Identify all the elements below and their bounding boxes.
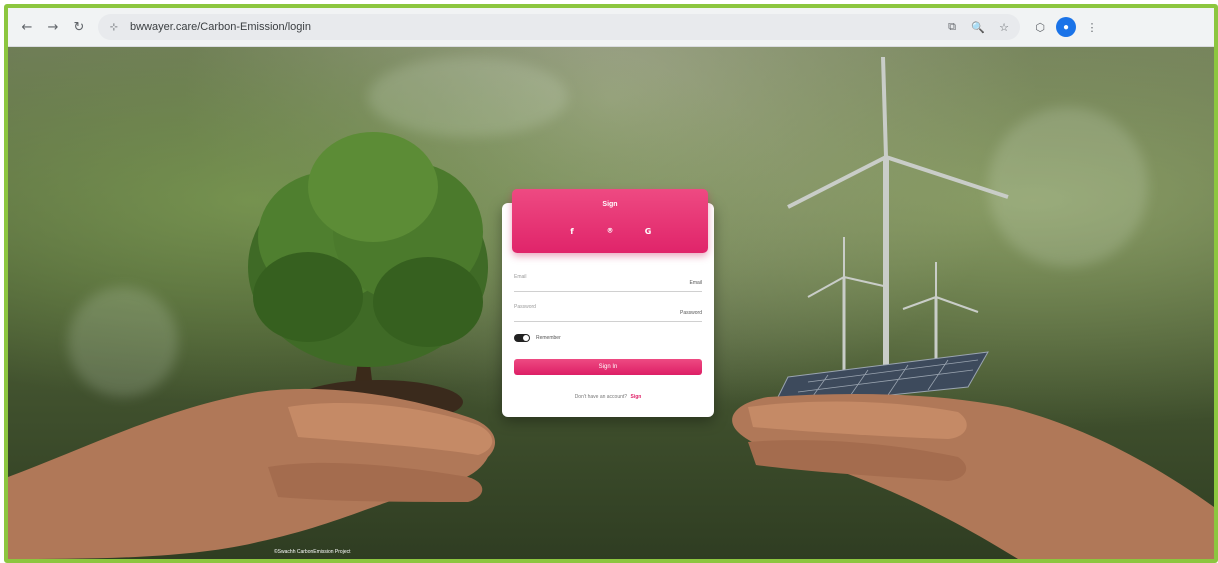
email-label: Email	[514, 274, 527, 280]
toggle-knob	[523, 335, 529, 341]
facebook-icon[interactable]: f	[566, 225, 578, 237]
address-bar[interactable]: ⊹ bwwayer.care/Carbon-Emission/login ⧉ 🔍…	[98, 14, 1020, 40]
remember-me-row: Remember	[514, 334, 561, 342]
footer-caption: ©Swachh CarbonEmission Project	[274, 549, 351, 555]
back-icon[interactable]: ←	[16, 16, 38, 38]
left-hands-illustration	[8, 388, 496, 559]
right-hands-illustration	[732, 394, 1214, 559]
google-icon[interactable]: G	[642, 225, 654, 237]
password-field[interactable]: Password Password	[514, 303, 702, 322]
bookmark-star-icon[interactable]: ☆	[994, 17, 1014, 37]
password-value[interactable]: Password	[680, 310, 702, 316]
zoom-icon[interactable]: 🔍	[968, 17, 988, 37]
site-info-icon[interactable]: ⊹	[106, 19, 122, 35]
screenshot-frame: ← → ↻ ⊹ bwwayer.care/Carbon-Emission/log…	[4, 4, 1218, 563]
email-field[interactable]: Email Email	[514, 273, 702, 292]
github-icon[interactable]: ⌾	[604, 225, 616, 237]
signup-prompt: Don't have an account?	[574, 394, 628, 400]
profile-avatar-icon[interactable]: ●	[1056, 17, 1076, 37]
url-text[interactable]: bwwayer.care/Carbon-Emission/login	[130, 21, 311, 33]
signup-row: Don't have an account? Sign	[502, 394, 714, 400]
wind-turbine-illustration	[787, 56, 1009, 377]
login-card: Sign f ⌾ G Email Email Password Password…	[502, 189, 714, 417]
tree-illustration	[248, 132, 488, 424]
password-label: Password	[514, 304, 536, 310]
email-value[interactable]: Email	[689, 280, 702, 286]
login-card-header: Sign f ⌾ G	[512, 189, 708, 253]
translate-icon[interactable]: ⧉	[942, 17, 962, 37]
omnibox-actions: ⧉ 🔍 ☆	[942, 17, 1014, 37]
menu-kebab-icon[interactable]: ⋮	[1082, 17, 1102, 37]
signup-link[interactable]: Sign	[630, 394, 641, 400]
browser-toolbar: ← → ↻ ⊹ bwwayer.care/Carbon-Emission/log…	[8, 8, 1214, 47]
reload-icon[interactable]: ↻	[68, 16, 90, 38]
forward-icon[interactable]: →	[42, 16, 64, 38]
remember-me-toggle[interactable]	[514, 334, 530, 342]
remember-me-label: Remember	[536, 335, 561, 341]
toolbar-right: ⬡ ● ⋮	[1030, 17, 1102, 37]
login-page: Sign f ⌾ G Email Email Password Password…	[8, 47, 1214, 559]
login-title: Sign	[602, 201, 618, 208]
social-login-row: f ⌾ G	[512, 225, 708, 237]
extensions-icon[interactable]: ⬡	[1030, 17, 1050, 37]
sign-in-button[interactable]: Sign In	[514, 359, 702, 375]
